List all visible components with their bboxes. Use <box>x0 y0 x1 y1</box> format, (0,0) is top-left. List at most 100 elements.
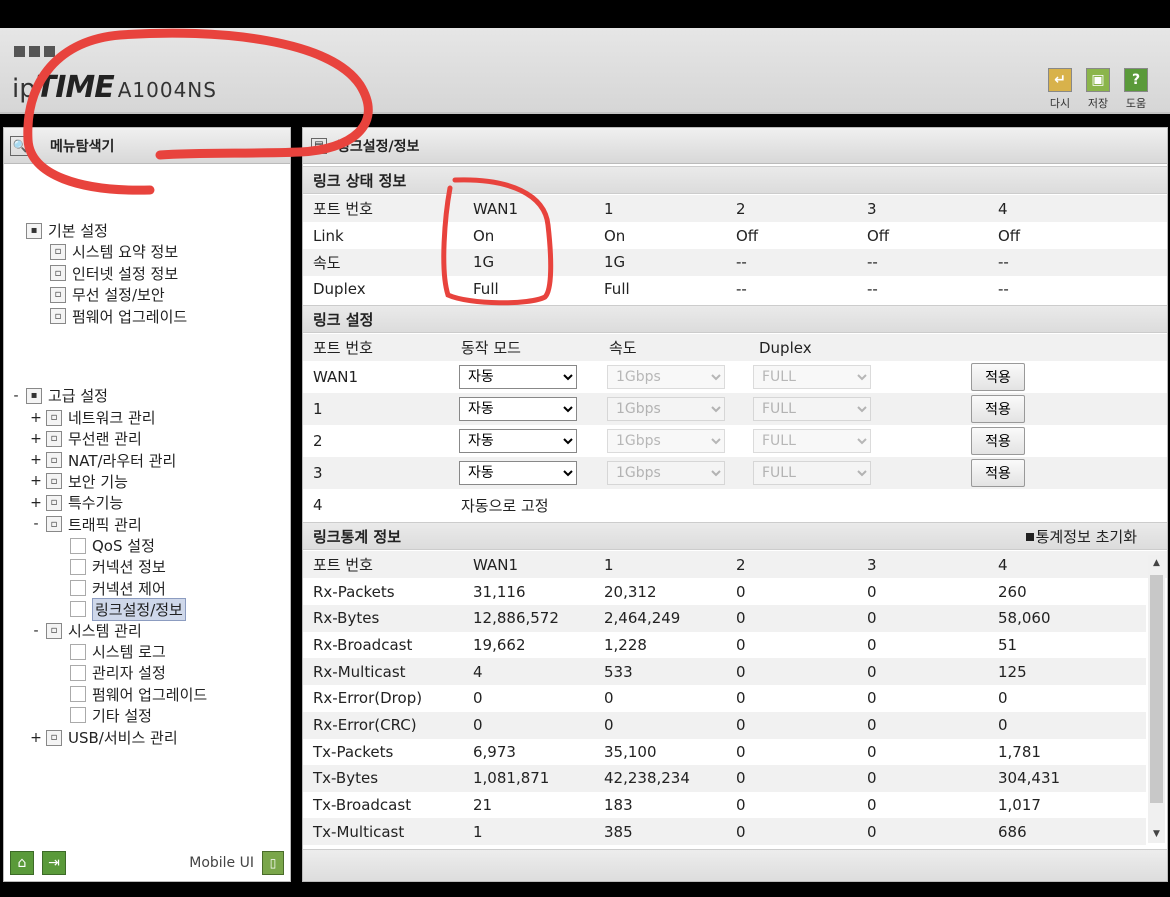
config-port-label: WAN1 <box>313 368 359 386</box>
status-header-cell: 2 <box>736 199 746 218</box>
status-header-cell: 4 <box>998 199 1008 218</box>
speed-select[interactable]: 1Gbps <box>607 461 725 485</box>
stats-cell: 19,662 <box>473 635 526 654</box>
mode-select-cell: 자동 <box>459 457 577 489</box>
menu-traffic-child-3[interactable]: 링크설정/정보 <box>70 597 186 621</box>
speed-select[interactable]: 1Gbps <box>607 429 725 453</box>
menu-basic-item-1[interactable]: ▫ 인터넷 설정 정보 <box>50 263 178 284</box>
menu-advanced-item-5-label: 트래픽 관리 <box>68 515 142 534</box>
menu-traffic-child-2[interactable]: 커넥션 제어 <box>70 578 166 599</box>
menu-system-child-0[interactable]: 시스템 로그 <box>70 641 166 662</box>
link-settings-panel: ▤ 링크설정/정보 링크 상태 정보 링크 설정 링크통계 정보 통계정보 초기… <box>302 127 1168 882</box>
status-cell: Link <box>313 226 344 245</box>
menu-advanced-item-0[interactable]: + ▫ 네트워크 관리 <box>30 407 155 428</box>
menu-system-child-2[interactable]: 펌웨어 업그레이드 <box>70 684 207 705</box>
expand-icon[interactable]: + <box>30 410 42 426</box>
logout-icon[interactable]: ⇥ <box>42 851 66 875</box>
page-icon <box>70 686 86 703</box>
collapse-icon[interactable]: - <box>10 388 22 404</box>
router-icon: ▫ <box>46 452 62 469</box>
status-cell: -- <box>998 279 1009 298</box>
menu-system-child-1[interactable]: 관리자 설정 <box>70 662 166 683</box>
collapse-icon[interactable]: - <box>30 516 42 532</box>
stats-scrollbar[interactable]: ▲ ▼ <box>1148 555 1165 843</box>
save-button[interactable]: ▣ 저장 <box>1084 68 1112 111</box>
mobile-ui-link[interactable]: Mobile UI ▯ <box>189 851 284 875</box>
apply-button[interactable]: 적용 <box>971 427 1025 455</box>
undo-button[interactable]: ↵ 다시 <box>1046 68 1074 111</box>
scroll-up-icon[interactable]: ▲ <box>1148 555 1165 572</box>
stats-header-cell: 3 <box>867 555 877 574</box>
stats-cell: 0 <box>867 796 877 815</box>
expand-icon[interactable]: + <box>30 495 42 511</box>
stats-header-cell: 포트 번호 <box>313 556 373 574</box>
menu-system-child-3-label: 기타 설정 <box>92 706 152 725</box>
stats-cell: Rx-Error(Drop) <box>313 689 423 708</box>
help-button[interactable]: ? 도움 <box>1122 68 1150 111</box>
scroll-down-icon[interactable]: ▼ <box>1148 826 1165 843</box>
bottom-black-bar <box>0 884 1170 897</box>
menu-traffic-child-0[interactable]: QoS 설정 <box>70 535 155 556</box>
stats-cell: 0 <box>736 689 746 708</box>
status-row: Duplex Full Full -- -- -- <box>303 275 1167 302</box>
status-header-cell: 포트 번호 <box>313 200 373 218</box>
stats-cell: 1,081,871 <box>473 769 550 788</box>
mobile-ui-label: Mobile UI <box>189 855 254 871</box>
header-tools: ↵ 다시 ▣ 저장 ? 도움 <box>1046 68 1150 111</box>
apply-button[interactable]: 적용 <box>971 459 1025 487</box>
duplex-select[interactable]: FULL <box>753 461 871 485</box>
stats-header-cell: 4 <box>998 555 1008 574</box>
speed-select[interactable]: 1Gbps <box>607 397 725 421</box>
duplex-select[interactable]: FULL <box>753 429 871 453</box>
scroll-thumb[interactable] <box>1150 575 1163 803</box>
stats-cell: 1,781 <box>998 742 1041 761</box>
stats-row: Rx-Error(Drop) 0 0 0 0 0 <box>303 685 1146 712</box>
mode-select[interactable]: 자동 <box>459 365 577 389</box>
expand-icon[interactable]: + <box>30 473 42 489</box>
menu-advanced-item-4[interactable]: + ▫ 특수기능 <box>30 492 123 513</box>
stats-cell: 4 <box>473 662 483 681</box>
panel-header: ▤ 링크설정/정보 <box>303 128 1167 164</box>
menu-basic-item-2[interactable]: ▫ 무선 설정/보안 <box>50 284 165 305</box>
menu-advanced-settings[interactable]: - ▪ 고급 설정 <box>10 385 108 406</box>
expand-icon[interactable]: + <box>30 452 42 468</box>
stats-cell: 0 <box>736 769 746 788</box>
stats-cell: 686 <box>998 822 1027 841</box>
menu-advanced-item-2[interactable]: + ▫ NAT/라우터 관리 <box>30 450 176 471</box>
menu-traffic-child-1[interactable]: 커넥션 정보 <box>70 556 166 577</box>
menu-usb-service[interactable]: + ▫ USB/서비스 관리 <box>30 727 178 748</box>
menu-advanced-settings-label: 고급 설정 <box>48 387 108 405</box>
home-icon[interactable]: ⌂ <box>10 851 34 875</box>
mode-select[interactable]: 자동 <box>459 461 577 485</box>
monitor-icon: ▫ <box>50 265 66 281</box>
menu-system-management[interactable]: - ▫ 시스템 관리 <box>30 620 141 641</box>
mode-select[interactable]: 자동 <box>459 397 577 421</box>
speed-select[interactable]: 1Gbps <box>607 365 725 389</box>
stats-cell: Tx-Broadcast <box>313 796 412 815</box>
duplex-select[interactable]: FULL <box>753 397 871 421</box>
mode-select-cell: 자동 <box>459 425 577 457</box>
link-config-section-title: 링크 설정 <box>303 305 1167 333</box>
apply-button[interactable]: 적용 <box>971 363 1025 391</box>
stats-cell: 0 <box>867 689 877 708</box>
wifi-icon: ▫ <box>50 286 66 303</box>
stats-cell: Rx-Bytes <box>313 609 380 628</box>
mode-select[interactable]: 자동 <box>459 429 577 453</box>
save-icon: ▣ <box>1086 68 1110 92</box>
menu-basic-item-0[interactable]: ▫ 시스템 요약 정보 <box>50 241 178 262</box>
apply-button[interactable]: 적용 <box>971 395 1025 423</box>
page-icon: ▤ <box>311 137 327 154</box>
stats-cell: Tx-Multicast <box>313 822 405 841</box>
duplex-select[interactable]: FULL <box>753 365 871 389</box>
menu-basic-settings[interactable]: ▪ 기본 설정 <box>26 220 108 241</box>
menu-advanced-item-3[interactable]: + ▫ 보안 기능 <box>30 471 128 492</box>
menu-advanced-item-1[interactable]: + ▫ 무선랜 관리 <box>30 428 142 449</box>
expand-icon[interactable]: + <box>30 730 42 746</box>
traffic-icon: ▫ <box>46 516 62 532</box>
collapse-icon[interactable]: - <box>30 623 42 639</box>
menu-advanced-item-5[interactable]: - ▫ 트래픽 관리 <box>30 514 142 535</box>
expand-icon[interactable]: + <box>30 431 42 447</box>
menu-basic-item-3[interactable]: ▫ 펌웨어 업그레이드 <box>50 306 187 327</box>
reset-stats-button[interactable]: 통계정보 초기화 <box>1025 526 1137 547</box>
menu-system-child-3[interactable]: 기타 설정 <box>70 705 152 726</box>
